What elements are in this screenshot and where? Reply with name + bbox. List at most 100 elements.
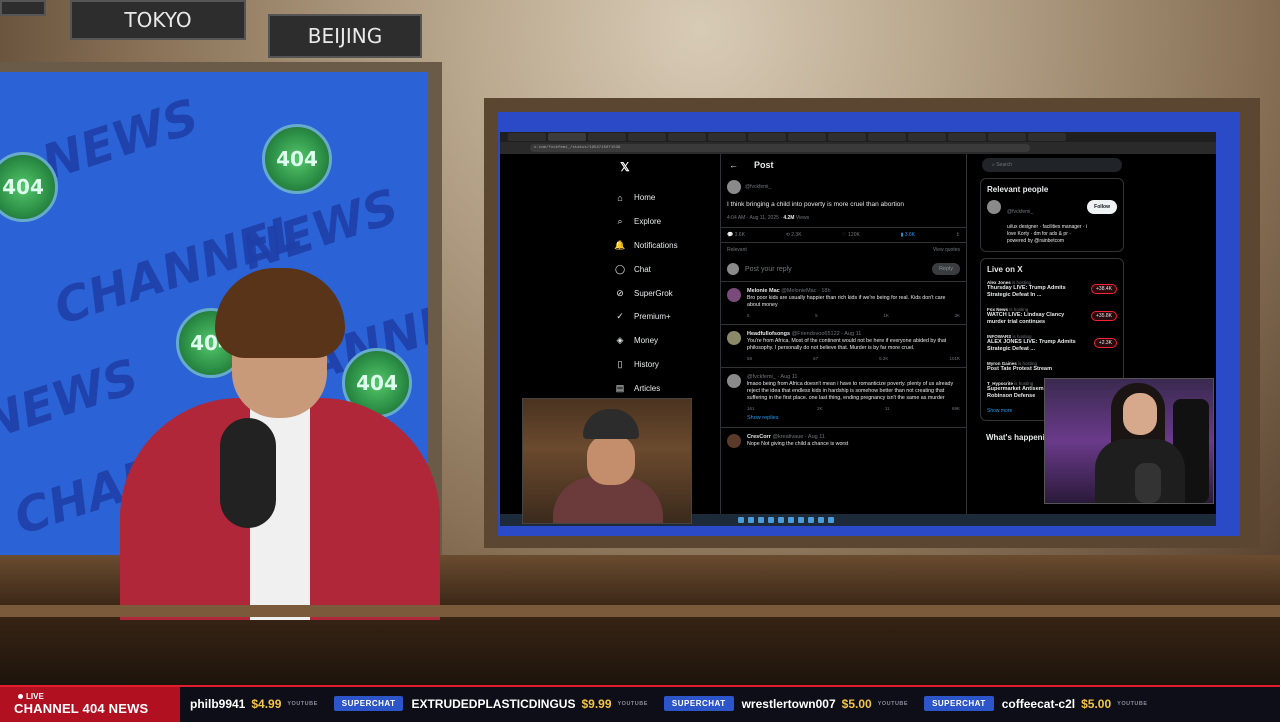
reply-count[interactable]: 161 — [747, 406, 755, 411]
post-text: I think bringing a child into poverty is… — [727, 201, 905, 208]
reply-author-name[interactable]: Headfullofsongs — [747, 331, 790, 337]
post-author[interactable]: @fvckfemi_ — [721, 176, 966, 198]
follow-button[interactable]: Follow — [1087, 200, 1117, 214]
browser-tab[interactable] — [708, 133, 746, 141]
nav-premium[interactable]: ✓ Premium+ — [612, 305, 722, 329]
show-replies-link[interactable]: Show replies — [747, 415, 960, 421]
reply-button[interactable]: Reply — [931, 263, 960, 275]
view-quotes-link[interactable]: View quotes — [933, 247, 960, 253]
back-arrow-icon[interactable]: ← — [729, 160, 738, 170]
nav-money[interactable]: ◈ Money — [612, 329, 722, 353]
guest-cap — [583, 409, 639, 439]
nav-home[interactable]: ⌂ Home — [612, 186, 722, 210]
browser-tab[interactable] — [588, 133, 626, 141]
app-icon[interactable] — [748, 517, 754, 523]
view-count[interactable]: 69K — [952, 406, 960, 411]
relevant-bio: ui/ux designer · facilities manager · i … — [1007, 224, 1088, 244]
live-item[interactable]: INFOWARS is hosting ALEX JONES LIVE: Trum… — [987, 334, 1117, 353]
bookmark-button[interactable]: ▮ 3.6K — [901, 232, 915, 238]
reply-count[interactable]: 58 — [747, 356, 752, 361]
avatar[interactable] — [987, 200, 1001, 214]
address-bar[interactable]: x.com/fvckfemi_/status/1954715071536 — [500, 142, 1216, 154]
live-title: Thursday LIVE: Trump Admits Strategic De… — [987, 285, 1066, 298]
app-icon[interactable] — [798, 517, 804, 523]
author-handle[interactable]: @fvckfemi_ — [745, 184, 771, 190]
reply-author-name[interactable]: Melonie Mac — [747, 288, 780, 294]
x-logo-icon[interactable]: 𝕏 — [620, 160, 722, 174]
nav-history[interactable]: ▯ History — [612, 353, 722, 377]
live-count-badge: +38.4K — [1091, 284, 1117, 294]
like-button[interactable]: ♡ 120K — [842, 232, 860, 238]
reply-item[interactable]: @fvckfemi_ · Aug 11 lmaoo being from Afr… — [721, 368, 966, 428]
nav-articles[interactable]: ▤ Articles — [612, 376, 722, 400]
start-icon[interactable] — [738, 517, 744, 523]
like-count[interactable]: 5.2K — [879, 356, 888, 361]
repost-button[interactable]: ⟲ 2.3K — [786, 232, 802, 238]
live-item[interactable]: Fox News is hosting WATCH LIVE: Lindsay C… — [987, 307, 1117, 326]
browser-tab[interactable] — [748, 133, 786, 141]
nav-explore[interactable]: ⌕ Explore — [612, 210, 722, 234]
nav-label: Articles — [634, 383, 661, 393]
nav-supergrok[interactable]: ⊘ SuperGrok — [612, 281, 722, 305]
browser-tab[interactable] — [1028, 133, 1066, 141]
avatar[interactable] — [727, 434, 741, 448]
avatar[interactable] — [727, 288, 741, 302]
app-icon[interactable] — [788, 517, 794, 523]
browser-tab[interactable] — [988, 133, 1026, 141]
app-icon[interactable] — [768, 517, 774, 523]
search-input[interactable]: ⌕ Search — [982, 158, 1122, 172]
nav-notifications[interactable]: 🔔 Notifications — [612, 234, 722, 258]
avatar — [727, 263, 739, 275]
reply-meta: @Friendsvoo65122 · Aug 11 — [791, 331, 862, 337]
repost-count[interactable]: 2K — [817, 406, 823, 411]
view-count[interactable]: 3K — [954, 313, 960, 318]
post-column: ← Post @fvckfemi_ I think bringing a chil… — [720, 154, 967, 526]
app-icon[interactable] — [778, 517, 784, 523]
premium-icon: ✓ — [616, 311, 624, 322]
nav-label: SuperGrok — [634, 288, 673, 298]
reply-author-name[interactable]: CresCorr — [747, 434, 771, 440]
reply-item[interactable]: Headfullofsongs @Friendsvoo65122 · Aug 1… — [721, 325, 966, 368]
avatar[interactable] — [727, 180, 741, 194]
live-label: LIVE — [26, 692, 44, 701]
reply-count-button[interactable]: 💬 3.6K — [727, 232, 745, 238]
live-item[interactable]: Myron Gaines is hosting Post Tate Protest… — [987, 361, 1117, 373]
app-icon[interactable] — [758, 517, 764, 523]
chat-source: YOUTUBE — [1117, 700, 1148, 707]
repost-count[interactable]: 67 — [813, 356, 818, 361]
like-count[interactable]: 1K — [883, 313, 889, 318]
reply-text: Nope Not giving the child a chance is wo… — [747, 441, 849, 447]
live-item[interactable]: Alex Jones is hosting Thursday LIVE: Trum… — [987, 280, 1117, 299]
browser-tab[interactable] — [948, 133, 986, 141]
browser-tab[interactable] — [868, 133, 906, 141]
host-hair — [215, 268, 345, 358]
browser-tab[interactable] — [908, 133, 946, 141]
view-count[interactable]: 101K — [949, 356, 960, 361]
browser-tab[interactable] — [788, 133, 826, 141]
avatar[interactable] — [727, 331, 741, 345]
app-icon[interactable] — [828, 517, 834, 523]
money-icon: ◈ — [616, 335, 624, 346]
sort-dropdown[interactable]: Relevant — [727, 247, 747, 253]
reply-input[interactable]: Post your reply — [745, 266, 932, 273]
like-count[interactable]: 11 — [885, 406, 890, 411]
reply-item[interactable]: CresCorr @kreativaue · Aug 11 Nope Not g… — [721, 428, 966, 454]
post-header: ← Post — [721, 154, 966, 176]
avatar[interactable] — [727, 374, 741, 388]
reply-item[interactable]: Melonie Mac @MelonieMac · 18h Bro poor k… — [721, 282, 966, 325]
app-icon[interactable] — [808, 517, 814, 523]
browser-tab[interactable] — [628, 133, 666, 141]
relevant-handle[interactable]: @fvckfemi_ — [1007, 209, 1033, 215]
browser-tab[interactable] — [548, 133, 586, 141]
nav-chat[interactable]: ◯ Chat — [612, 257, 722, 281]
url-field[interactable]: x.com/fvckfemi_/status/1954715071536 — [530, 144, 1030, 152]
repost-count[interactable]: 5 — [815, 313, 818, 318]
browser-tab[interactable] — [668, 133, 706, 141]
reply-count[interactable]: 5 — [747, 313, 750, 318]
nav-label: History — [634, 359, 659, 369]
browser-tab[interactable] — [828, 133, 866, 141]
superchat-item: philb9941 $4.99 YOUTUBE — [190, 697, 318, 711]
browser-tab[interactable] — [508, 133, 546, 141]
app-icon[interactable] — [818, 517, 824, 523]
share-icon[interactable]: ↥ — [956, 232, 960, 238]
